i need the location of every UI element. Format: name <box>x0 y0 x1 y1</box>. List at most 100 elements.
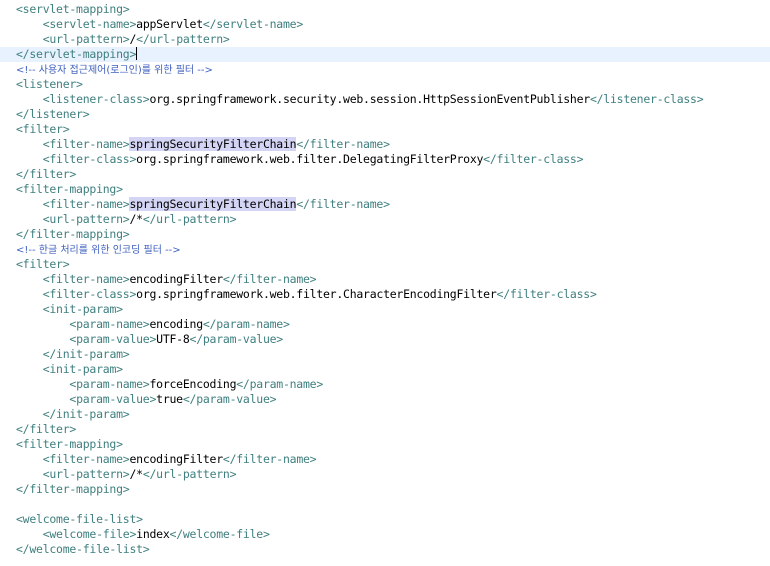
code-line[interactable]: </init-param> <box>0 407 770 422</box>
xml-text: /* <box>129 467 143 481</box>
code-line[interactable]: <init-param> <box>0 302 770 317</box>
xml-tag: </filter-name> <box>222 272 317 286</box>
code-line[interactable]: <filter-name>encodingFilter</filter-name… <box>0 272 770 287</box>
xml-tag: <servlet-name> <box>42 17 137 31</box>
code-editor[interactable]: <servlet-mapping> <servlet-name>appServl… <box>0 0 770 566</box>
code-line[interactable]: <filter> <box>0 122 770 137</box>
code-line[interactable]: <param-name>forceEncoding</param-name> <box>0 377 770 392</box>
xml-tag: </init-param> <box>42 347 130 361</box>
xml-tag: </welcome-file> <box>169 527 270 541</box>
xml-tag: <url-pattern> <box>42 467 130 481</box>
code-line[interactable]: <param-value>UTF-8</param-value> <box>0 332 770 347</box>
code-line[interactable]: <url-pattern>/*</url-pattern> <box>0 467 770 482</box>
code-line[interactable]: <filter-name>springSecurityFilterChain</… <box>0 137 770 152</box>
xml-text: encodingFilter <box>129 272 223 286</box>
xml-text: org.springframework.web.filter.Delegatin… <box>136 152 484 166</box>
code-line[interactable]: <filter-mapping> <box>0 437 770 452</box>
highlighted-occurrence: springSecurityFilterChain <box>129 137 297 151</box>
xml-tag: <filter-name> <box>42 137 130 151</box>
xml-text: UTF-8 <box>156 332 190 346</box>
code-line[interactable]: <filter-name>springSecurityFilterChain</… <box>0 197 770 212</box>
code-line[interactable]: <url-pattern>/</url-pattern> <box>0 32 770 47</box>
xml-text: appServlet <box>136 17 203 31</box>
xml-tag: </param-name> <box>202 317 290 331</box>
xml-tag: </servlet-name> <box>202 17 303 31</box>
code-line[interactable]: <filter-class>org.springframework.web.fi… <box>0 287 770 302</box>
xml-tag: <init-param> <box>42 362 123 376</box>
code-line[interactable]: </welcome-file-list> <box>0 542 770 557</box>
xml-comment: <!-- 사용자 접근제어(로그인)를 위한 필터 --> <box>16 65 213 76</box>
code-line[interactable]: <servlet-name>appServlet</servlet-name> <box>0 17 770 32</box>
xml-tag: </url-pattern> <box>142 212 237 226</box>
xml-tag: <filter-class> <box>42 287 137 301</box>
xml-text: encodingFilter <box>129 452 223 466</box>
xml-tag: <param-value> <box>69 392 157 406</box>
code-line[interactable]: <init-param> <box>0 362 770 377</box>
xml-text: org.springframework.web.filter.Character… <box>136 287 497 301</box>
xml-tag: </servlet-mapping> <box>16 47 137 61</box>
code-line[interactable]: </filter-mapping> <box>0 227 770 242</box>
xml-tag: <filter-name> <box>42 197 130 211</box>
code-line[interactable]: <filter-mapping> <box>0 182 770 197</box>
xml-tag: </url-pattern> <box>136 32 230 46</box>
xml-text: org.springframework.security.web.session… <box>149 92 590 106</box>
code-line[interactable]: <filter-name>encodingFilter</filter-name… <box>0 452 770 467</box>
code-line[interactable]: </filter> <box>0 167 770 182</box>
code-line[interactable]: </listener> <box>0 107 770 122</box>
code-line[interactable]: <welcome-file>index</welcome-file> <box>0 527 770 542</box>
code-line[interactable]: <listener-class>org.springframework.secu… <box>0 92 770 107</box>
xml-text: encoding <box>149 317 203 331</box>
code-line[interactable]: <param-value>true</param-value> <box>0 392 770 407</box>
xml-tag: </listener> <box>16 107 90 121</box>
xml-tag: </filter> <box>16 167 77 181</box>
code-line[interactable]: </filter> <box>0 422 770 437</box>
xml-tag: <filter-name> <box>42 452 130 466</box>
xml-tag: </listener-class> <box>589 92 704 106</box>
xml-text: true <box>156 392 183 406</box>
xml-tag: <init-param> <box>42 302 123 316</box>
xml-tag: </init-param> <box>42 407 130 421</box>
xml-tag: <filter-class> <box>42 152 137 166</box>
xml-tag: <url-pattern> <box>42 32 130 46</box>
xml-text: index <box>136 527 170 541</box>
code-line[interactable]: </filter-mapping> <box>0 482 770 497</box>
xml-tag: <servlet-mapping> <box>16 2 130 16</box>
xml-tag: </filter-mapping> <box>16 227 130 241</box>
xml-tag: </filter> <box>16 422 77 436</box>
code-line[interactable]: <!-- 사용자 접근제어(로그인)를 위한 필터 --> <box>0 62 770 77</box>
code-line[interactable]: <url-pattern>/*</url-pattern> <box>0 212 770 227</box>
highlighted-occurrence: springSecurityFilterChain <box>129 197 297 211</box>
code-line[interactable]: <param-name>encoding</param-name> <box>0 317 770 332</box>
code-line[interactable]: <filter> <box>0 257 770 272</box>
xml-tag: <param-name> <box>69 317 150 331</box>
code-line[interactable]: <welcome-file-list> <box>0 512 770 527</box>
xml-tag: <welcome-file> <box>42 527 137 541</box>
xml-tag: </param-name> <box>236 377 324 391</box>
xml-tag: <filter-mapping> <box>16 437 123 451</box>
xml-text: /* <box>129 212 143 226</box>
code-line[interactable]: <servlet-mapping> <box>0 2 770 17</box>
code-line[interactable]: <filter-class>org.springframework.web.fi… <box>0 152 770 167</box>
code-line[interactable] <box>0 497 770 512</box>
xml-tag: </filter-name> <box>296 137 390 151</box>
xml-tag: </filter-name> <box>222 452 317 466</box>
code-line[interactable]: <listener> <box>0 77 770 92</box>
code-line[interactable]: </servlet-mapping> <box>0 47 770 62</box>
code-line[interactable]: </init-param> <box>0 347 770 362</box>
code-line[interactable]: <!-- 한글 처리를 위한 인코딩 필터 --> <box>0 242 770 257</box>
xml-tag: <filter-name> <box>42 272 130 286</box>
